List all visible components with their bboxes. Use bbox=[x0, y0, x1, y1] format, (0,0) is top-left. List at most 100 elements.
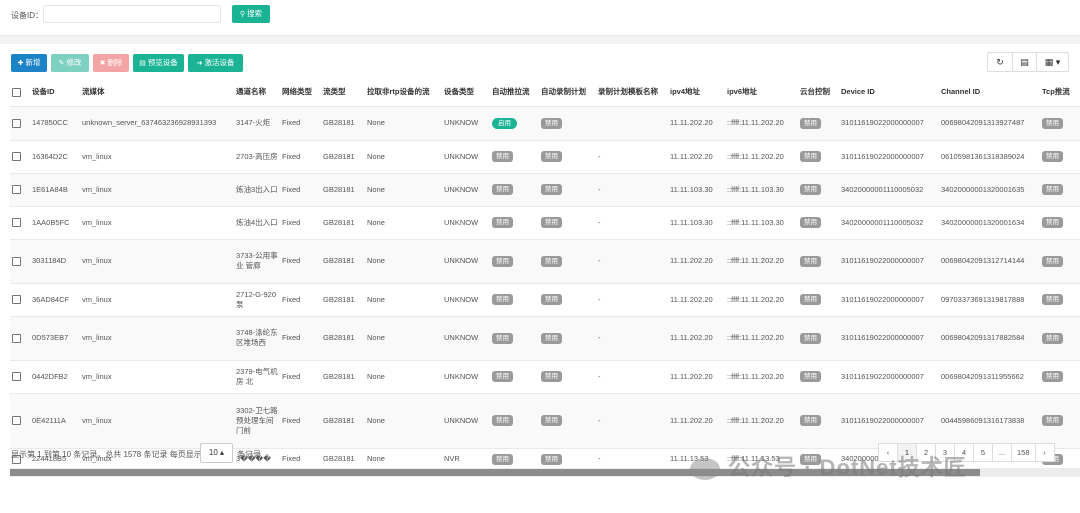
cell-id: 3031184D bbox=[30, 239, 80, 284]
row-select-cell[interactable] bbox=[10, 316, 30, 361]
column-header[interactable]: ipv6地址 bbox=[725, 78, 798, 107]
cell-stream: GB28181 bbox=[321, 393, 365, 449]
row-checkbox[interactable] bbox=[12, 218, 21, 228]
cell-media: unknown_server_637463236928931393 bbox=[80, 106, 234, 141]
cell-net: Fixed bbox=[280, 206, 321, 240]
refresh-button[interactable]: ↻ bbox=[987, 52, 1013, 72]
cell-tcp: 禁用 bbox=[1040, 393, 1080, 449]
cell-stream: GB28181 bbox=[321, 448, 365, 471]
cell-id: 0D573EB7 bbox=[30, 316, 80, 361]
table-row[interactable]: 0D573EB7 vm_linux 3748-涤纶东区堆场西 Fixed GB28181… bbox=[10, 316, 1080, 361]
edit-button[interactable]: ✎ 修改 bbox=[51, 54, 89, 72]
device-id-input[interactable] bbox=[43, 5, 221, 23]
column-header[interactable]: 录制计划模板名称 bbox=[596, 78, 668, 107]
column-header[interactable]: Device ID bbox=[839, 78, 939, 107]
cell-id: 1AA0B5FC bbox=[30, 206, 80, 240]
page-button[interactable]: 158 bbox=[1011, 443, 1036, 462]
cell-ipv4: 11.11.103.30 bbox=[668, 173, 725, 207]
cell-media: vm_linux bbox=[80, 239, 234, 284]
row-select-cell[interactable] bbox=[10, 360, 30, 394]
table-row[interactable]: 1AA0B5FC vm_linux 炼油4出入口 Fixed GB28181 None UN… bbox=[10, 206, 1080, 240]
row-select-cell[interactable] bbox=[10, 140, 30, 174]
status-badge: 禁用 bbox=[492, 151, 513, 162]
cell-device-id: 31011619022000000007 bbox=[839, 360, 939, 394]
cell-net: Fixed bbox=[280, 283, 321, 317]
row-checkbox[interactable] bbox=[12, 152, 21, 162]
cell-pull: None bbox=[365, 393, 442, 449]
row-checkbox[interactable] bbox=[12, 333, 21, 343]
delete-button[interactable]: ✖ 删除 bbox=[93, 54, 129, 72]
column-header[interactable]: 拉取非rtp设备的流 bbox=[365, 78, 442, 107]
row-checkbox[interactable] bbox=[12, 185, 21, 195]
row-select-cell[interactable] bbox=[10, 283, 30, 317]
status-badge: 禁用 bbox=[1042, 117, 1063, 129]
cell-media: vm_linux bbox=[80, 283, 234, 317]
column-header[interactable]: 设备类型 bbox=[442, 78, 490, 107]
row-checkbox[interactable] bbox=[12, 256, 21, 266]
column-header[interactable]: Tcp推流 bbox=[1040, 78, 1080, 107]
row-select-cell[interactable] bbox=[10, 393, 30, 449]
cell-template: - bbox=[596, 283, 668, 317]
column-header[interactable]: 流媒体 bbox=[80, 78, 234, 107]
cell-media: vm_linux bbox=[80, 173, 234, 207]
column-header[interactable]: 通道名称 bbox=[234, 78, 280, 107]
row-checkbox[interactable] bbox=[12, 295, 21, 305]
select-all-checkbox[interactable] bbox=[12, 87, 21, 97]
page-button[interactable]: › bbox=[1034, 443, 1055, 462]
status-badge: 禁用 bbox=[800, 371, 821, 382]
cell-channel: 3147-火炬 bbox=[234, 106, 280, 141]
cell-dtype: UNKNOW bbox=[442, 140, 490, 174]
select-all-cell[interactable] bbox=[10, 78, 30, 107]
column-header[interactable]: 自动推拉流 bbox=[490, 78, 539, 107]
file-icon: ▤ bbox=[139, 60, 146, 67]
cell-dtype: UNKNOW bbox=[442, 283, 490, 317]
table-row[interactable]: 3031184D vm_linux 3733-公用事业 管廊 Fixed GB28181… bbox=[10, 239, 1080, 284]
row-select-cell[interactable] bbox=[10, 106, 30, 141]
column-header[interactable]: Channel ID bbox=[939, 78, 1040, 107]
cell-ptz: 禁用 bbox=[798, 173, 839, 207]
column-header[interactable]: 云台控制 bbox=[798, 78, 839, 107]
table-row[interactable]: 0442DFB2 vm_linux 2379-电气机房 北 Fixed GB28181 N… bbox=[10, 360, 1080, 394]
table-row[interactable]: 0E42111A vm_linux 3302-卫七路预处理车间门前 Fixed GB28… bbox=[10, 393, 1080, 449]
activate-device-button[interactable]: ➜ 激活设备 bbox=[188, 54, 243, 72]
cell-net: Fixed bbox=[280, 360, 321, 394]
cell-channel: 2703-高压房 bbox=[234, 140, 280, 174]
table-row[interactable]: 1E61A84B vm_linux 炼油3出入口 Fixed GB28181 None UN… bbox=[10, 173, 1080, 207]
pagination-suffix: 条记录 bbox=[237, 450, 261, 459]
table-row[interactable]: 36AD84CF vm_linux 2712-G-920泵 Fixed GB28181 N… bbox=[10, 283, 1080, 317]
column-header[interactable]: 设备ID bbox=[30, 78, 80, 107]
page-button[interactable]: ... bbox=[992, 443, 1012, 462]
column-header[interactable]: ipv4地址 bbox=[668, 78, 725, 107]
row-checkbox[interactable] bbox=[12, 416, 21, 426]
cell-template: - bbox=[596, 360, 668, 394]
page-size-dropdown[interactable]: 10 ▴ bbox=[200, 443, 233, 463]
sign-in-icon: ➜ bbox=[196, 60, 203, 67]
column-header[interactable]: 流类型 bbox=[321, 78, 365, 107]
columns-button[interactable]: ▦ ▾ bbox=[1036, 52, 1069, 72]
cell-stream: GB28181 bbox=[321, 239, 365, 284]
row-checkbox[interactable] bbox=[12, 372, 21, 382]
cell-ipv6: ::ffff:11.11.202.20 bbox=[725, 239, 798, 284]
preview-device-button[interactable]: ▤ 预览设备 bbox=[133, 54, 184, 72]
row-select-cell[interactable] bbox=[10, 173, 30, 207]
row-checkbox[interactable] bbox=[12, 118, 21, 128]
page-button[interactable]: 5 bbox=[973, 443, 993, 462]
column-header[interactable]: 网络类型 bbox=[280, 78, 321, 107]
table-row[interactable]: 16364D2C vm_linux 2703-高压房 Fixed GB28181 None… bbox=[10, 140, 1080, 174]
cell-device-id: 34020000001110005032 bbox=[839, 173, 939, 207]
cell-stream: GB28181 bbox=[321, 173, 365, 207]
cell-channel: 3302-卫七路预处理车间门前 bbox=[234, 393, 280, 449]
cell-channel-id: 00698042091313927487 bbox=[939, 106, 1040, 141]
status-badge: 禁用 bbox=[492, 217, 513, 228]
cell-channel-id: 00698042091317882584 bbox=[939, 316, 1040, 361]
table-row[interactable]: 147850CC unknown_server_63746323692893139… bbox=[10, 106, 1080, 141]
add-button[interactable]: ✚ 新增 bbox=[11, 54, 47, 72]
row-select-cell[interactable] bbox=[10, 239, 30, 284]
cell-autopush: 禁用 bbox=[490, 239, 539, 284]
cell-channel: 炼油4出入口 bbox=[234, 206, 280, 240]
search-button[interactable]: ⚲ 搜索 bbox=[232, 5, 270, 23]
toggle-view-button[interactable]: ▤ bbox=[1012, 52, 1037, 72]
search-panel: 设备ID： ⚲ 搜索 bbox=[0, 0, 1080, 36]
column-header[interactable]: 自动录制计划 bbox=[539, 78, 596, 107]
row-select-cell[interactable] bbox=[10, 206, 30, 240]
